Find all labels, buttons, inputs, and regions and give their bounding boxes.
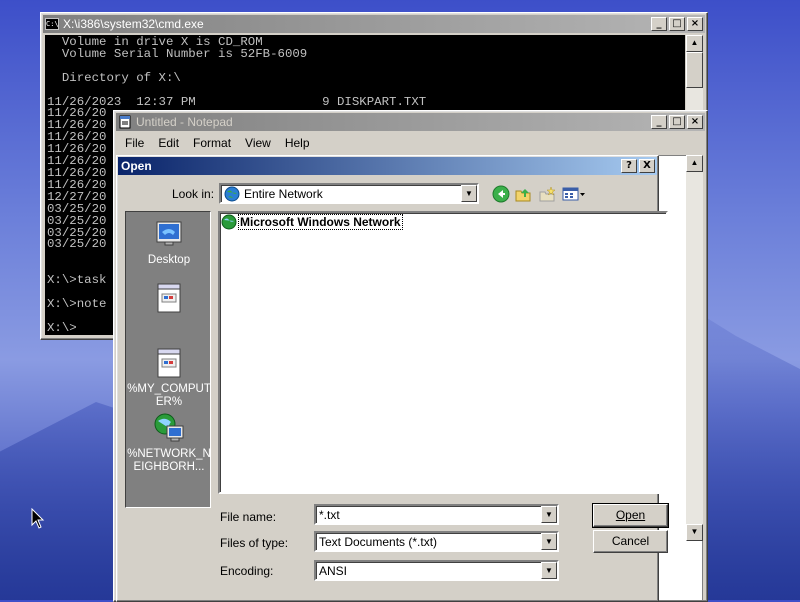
globe-icon [224, 186, 240, 201]
document-window-icon [157, 283, 181, 313]
console-line: Directory of X:\ [47, 70, 181, 85]
encoding-value: ANSI [319, 563, 348, 578]
cancel-button[interactable]: Cancel [593, 530, 668, 553]
maximize-button[interactable]: □ [669, 17, 685, 31]
chevron-down-icon[interactable]: ▼ [541, 533, 557, 550]
place-my-computer-label: %MY_COMPUTER% [127, 383, 211, 408]
minimize-button[interactable]: _ [651, 17, 667, 31]
view-menu-icon [562, 187, 585, 201]
console-line: 11/26/2023 12:37 PM 9 DISKPART.TXT [47, 94, 427, 109]
look-in-value: Entire Network [244, 186, 323, 201]
scroll-up-button[interactable]: ▲ [686, 35, 703, 52]
cmd-titlebar[interactable]: C:\ X:\i386\system32\cmd.exe _ □ × [43, 15, 705, 33]
files-of-type-label: Files of type: [220, 536, 289, 550]
scroll-down-button[interactable]: ▼ [686, 524, 703, 541]
desktop-icon [156, 221, 182, 246]
place-my-computer[interactable]: %MY_COMPUTER% [126, 347, 212, 409]
encoding-label: Encoding: [220, 564, 274, 578]
menu-edit[interactable]: Edit [151, 136, 186, 150]
notepad-title: Untitled - Notepad [136, 115, 233, 129]
look-in-label: Look in: [172, 187, 215, 201]
place-network-label: %NETWORK_NEIGHBORH... [127, 448, 211, 473]
open-dialog[interactable]: Open ? X Look in: Entire Network ▼ Deskt… [116, 155, 669, 602]
network-computer-icon [154, 413, 184, 442]
new-folder-icon [539, 186, 556, 202]
place-network[interactable]: %NETWORK_NEIGHBORH... [126, 412, 212, 474]
minimize-button[interactable]: _ [651, 115, 667, 129]
document-window-icon [157, 348, 181, 378]
list-item[interactable]: Microsoft Windows Network [221, 214, 403, 230]
file-name-field[interactable]: *.txt ▼ [314, 504, 559, 525]
chevron-down-icon[interactable]: ▼ [541, 562, 557, 579]
view-menu-button[interactable] [561, 184, 587, 204]
place-documents[interactable] [126, 282, 212, 318]
chevron-down-icon[interactable]: ▼ [461, 185, 477, 202]
notepad-app-icon [119, 115, 131, 129]
windows-network-icon [221, 214, 237, 230]
menu-help[interactable]: Help [278, 136, 317, 150]
places-bar: Desktop %MY_COMPUTER% %NETWORK_NEIGHBORH… [125, 211, 211, 508]
mouse-cursor-icon [31, 508, 45, 529]
file-name-label: File name: [220, 510, 277, 524]
look-in-dropdown[interactable]: Entire Network ▼ [219, 183, 479, 204]
file-name-value: *.txt [319, 507, 340, 522]
up-folder-icon [515, 189, 531, 202]
maximize-button[interactable]: □ [669, 115, 685, 129]
file-list[interactable]: Microsoft Windows Network [218, 211, 668, 494]
cmd-title: X:\i386\system32\cmd.exe [63, 17, 204, 31]
back-button[interactable] [491, 184, 511, 204]
place-desktop[interactable]: Desktop [126, 218, 212, 267]
console-line: Volume Serial Number is 52FB-6009 [47, 46, 308, 61]
open-button-label: Open [615, 508, 646, 522]
help-button[interactable]: ? [621, 159, 637, 173]
scroll-thumb[interactable] [686, 52, 703, 88]
close-button[interactable]: X [639, 159, 655, 173]
open-dialog-titlebar[interactable]: Open ? X [118, 157, 657, 175]
close-button[interactable]: × [687, 17, 703, 31]
files-of-type-dropdown[interactable]: Text Documents (*.txt) ▼ [314, 531, 559, 552]
place-desktop-label: Desktop [147, 254, 191, 266]
notepad-menubar: File Edit Format View Help [118, 133, 703, 153]
list-item-label: Microsoft Windows Network [238, 214, 403, 230]
back-arrow-icon [492, 185, 510, 203]
files-of-type-value: Text Documents (*.txt) [319, 534, 438, 549]
notepad-titlebar[interactable]: Untitled - Notepad _ □ × [116, 113, 705, 131]
cmd-app-icon: C:\ [45, 18, 59, 30]
menu-format[interactable]: Format [186, 136, 238, 150]
notepad-scrollbar[interactable]: ▲ ▼ [686, 155, 703, 541]
close-button[interactable]: × [687, 115, 703, 129]
encoding-dropdown[interactable]: ANSI ▼ [314, 560, 559, 581]
menu-file[interactable]: File [118, 136, 151, 150]
scroll-up-button[interactable]: ▲ [686, 155, 703, 172]
open-button[interactable]: Open [592, 503, 669, 528]
up-folder-button[interactable] [513, 184, 533, 204]
new-folder-button[interactable] [537, 184, 557, 204]
chevron-down-icon[interactable]: ▼ [541, 506, 557, 523]
open-dialog-title: Open [121, 159, 152, 173]
menu-view[interactable]: View [238, 136, 278, 150]
